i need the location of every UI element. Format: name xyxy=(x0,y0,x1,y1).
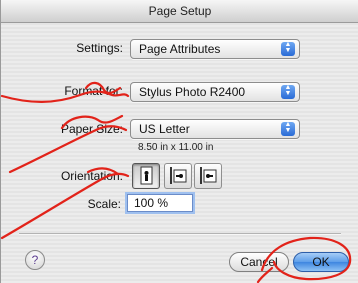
landscape-left-orientation-icon xyxy=(170,167,187,184)
title-bar: Page Setup xyxy=(1,0,358,23)
page-setup-dialog: Page Setup Settings: Page Attributes ▲ ▼ … xyxy=(0,0,358,283)
cancel-button[interactable]: Cancel xyxy=(229,252,289,272)
ok-button[interactable]: OK xyxy=(293,252,349,272)
settings-label: Settings: xyxy=(76,41,123,55)
orientation-landscape-left-button[interactable] xyxy=(164,163,192,189)
help-icon[interactable]: ? xyxy=(25,250,45,270)
paper-size-value: US Letter xyxy=(139,122,190,136)
window-title: Page Setup xyxy=(148,4,212,18)
landscape-right-orientation-icon xyxy=(200,167,217,184)
portrait-orientation-icon xyxy=(140,166,153,185)
format-for-value: Stylus Photo R2400 xyxy=(139,85,246,99)
up-down-arrows-icon: ▲ ▼ xyxy=(281,84,295,99)
orientation-landscape-right-button[interactable] xyxy=(194,163,222,189)
paper-dimensions: 8.50 in x 11.00 in xyxy=(138,142,214,153)
format-for-label: Format for: xyxy=(64,84,123,98)
divider xyxy=(19,233,341,235)
paper-size-label: Paper Size: xyxy=(60,122,123,136)
settings-value: Page Attributes xyxy=(139,42,221,56)
up-down-arrows-icon: ▲ ▼ xyxy=(281,121,295,136)
paper-size-popup[interactable]: US Letter ▲ ▼ xyxy=(130,119,300,139)
orientation-label: Orientation: xyxy=(60,169,123,183)
settings-popup[interactable]: Page Attributes ▲ ▼ xyxy=(130,39,300,59)
scale-input[interactable] xyxy=(127,194,193,212)
format-for-popup[interactable]: Stylus Photo R2400 ▲ ▼ xyxy=(130,82,300,102)
orientation-portrait-button[interactable] xyxy=(132,163,160,189)
up-down-arrows-icon: ▲ ▼ xyxy=(281,41,295,56)
scale-label: Scale: xyxy=(87,197,121,211)
